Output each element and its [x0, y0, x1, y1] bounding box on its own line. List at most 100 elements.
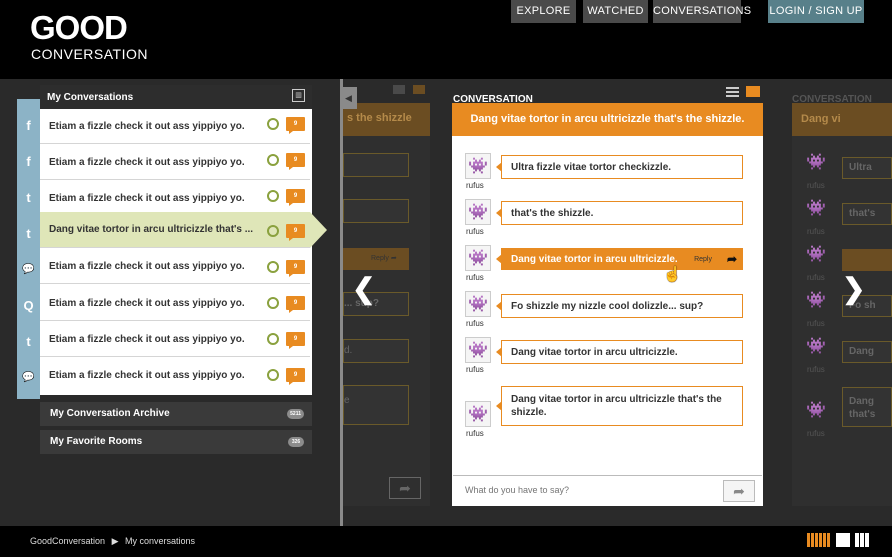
- next-username: rufus: [807, 273, 825, 282]
- next-avatar-icon: 👾: [806, 200, 826, 217]
- twitter-icon[interactable]: t: [17, 179, 40, 215]
- timer-icon: [267, 369, 279, 381]
- next-username: rufus: [807, 181, 825, 190]
- comment-count-badge[interactable]: 9: [286, 117, 305, 134]
- reply-icon[interactable]: ➦: [727, 252, 737, 266]
- comment-count-badge[interactable]: 9: [286, 224, 305, 241]
- comment-count-badge[interactable]: 9: [286, 368, 305, 385]
- login-signup-button[interactable]: LOGIN / SIGN UP: [768, 0, 864, 23]
- comment-count-badge[interactable]: 9: [286, 296, 305, 313]
- chat-view-icon[interactable]: [746, 86, 760, 97]
- next-avatar-icon: 👾: [806, 246, 826, 263]
- cursor-icon: ☝: [663, 266, 682, 283]
- username[interactable]: rufus: [466, 227, 484, 236]
- reply-input[interactable]: [465, 485, 705, 495]
- twitter-icon[interactable]: t: [17, 215, 40, 251]
- chat-icon[interactable]: 💬: [17, 359, 40, 395]
- active-row-arrow: [310, 212, 327, 248]
- conversation-text: Etiam a fizzle check it out ass yippiyo …: [49, 193, 245, 204]
- list-view-icon[interactable]: [726, 87, 739, 97]
- next-username: rufus: [807, 429, 825, 438]
- username[interactable]: rufus: [466, 429, 484, 438]
- conversation-text: Etiam a fizzle check it out ass yippiyo …: [49, 157, 245, 168]
- next-arrow-icon[interactable]: ❯: [842, 272, 865, 305]
- username[interactable]: rufus: [466, 319, 484, 328]
- message-highlighted[interactable]: Dang vitae tortor in arcu ultricizzle. R…: [496, 248, 743, 270]
- reply-link[interactable]: Reply: [694, 256, 712, 263]
- comment-count-badge[interactable]: 9: [286, 260, 305, 277]
- timer-icon: [267, 333, 279, 345]
- prev-send-icon: ➦: [389, 477, 421, 499]
- timer-icon: [267, 190, 279, 202]
- logo-good[interactable]: GOOD: [30, 10, 128, 46]
- archive-count-badge: 5211: [287, 409, 304, 419]
- next-title: Dang vi: [792, 103, 892, 136]
- send-button[interactable]: ➦: [723, 480, 755, 502]
- conversation-text: Etiam a fizzle check it out ass yippiyo …: [49, 121, 245, 132]
- q-icon[interactable]: Q: [17, 287, 40, 323]
- invader-avatar-icon[interactable]: 👾: [465, 153, 491, 179]
- prev-msg: e: [343, 385, 409, 425]
- nav-conversations-button[interactable]: CONVERSATIONS: [653, 0, 751, 23]
- next-msg: Dang: [842, 341, 892, 363]
- next-username: rufus: [807, 365, 825, 374]
- nav-watched-button[interactable]: WATCHED: [583, 0, 648, 23]
- breadcrumb-home[interactable]: GoodConversation: [30, 536, 105, 546]
- comment-count-badge[interactable]: 9: [286, 153, 305, 170]
- next-msg: Ultra: [842, 157, 892, 179]
- invader-avatar-icon[interactable]: 👾: [465, 291, 491, 317]
- invader-avatar-icon[interactable]: 👾: [465, 401, 491, 427]
- prev-msg: [343, 199, 409, 223]
- username[interactable]: rufus: [466, 365, 484, 374]
- comment-count-badge[interactable]: 9: [286, 332, 305, 349]
- social-tabs: f f t t 💬 Q t 💬: [17, 99, 40, 399]
- nav-explore-button[interactable]: EXPLORE: [511, 0, 576, 23]
- conversation-text: Etiam a fizzle check it out ass yippiyo …: [49, 261, 245, 272]
- conversation-text: Etiam a fizzle check it out ass yippiyo …: [49, 334, 245, 345]
- conversation-title: Dang vitae tortor in arcu ultricizzle th…: [452, 103, 763, 136]
- list-view-icon[interactable]: ▥: [292, 89, 305, 102]
- next-msg: that's: [842, 203, 892, 225]
- message: Dang vitae tortor in arcu ultricizzle th…: [496, 386, 743, 426]
- conversation-text: Etiam a fizzle check it out ass yippiyo …: [49, 298, 245, 309]
- message: Fo shizzle my nizzle cool dolizzle... su…: [496, 294, 743, 318]
- timer-icon: [267, 225, 279, 237]
- grid-view-icon[interactable]: [836, 533, 850, 547]
- reply-bar: ➦: [453, 475, 762, 506]
- next-avatar-icon: 👾: [806, 338, 826, 355]
- invader-avatar-icon[interactable]: 👾: [465, 199, 491, 225]
- panel-divider[interactable]: [340, 79, 343, 526]
- conversation-text: Etiam a fizzle check it out ass yippiyo …: [49, 370, 245, 381]
- prev-chat-icon: [413, 85, 425, 94]
- message: Ultra fizzle vitae tortor checkizzle.: [496, 155, 743, 179]
- chat-icon[interactable]: 💬: [17, 251, 40, 287]
- facebook-icon[interactable]: f: [17, 143, 40, 179]
- favorite-rooms-link[interactable]: My Favorite Rooms 326: [40, 430, 312, 454]
- message-text: Dang vitae tortor in arcu ultricizzle.: [511, 253, 678, 265]
- logo-conversation[interactable]: CONVERSATION: [31, 46, 148, 62]
- small-grid-view-icon[interactable]: [855, 533, 870, 547]
- conversation-archive-link[interactable]: My Conversation Archive 5211: [40, 402, 312, 426]
- next-msg: Dang that's: [842, 387, 892, 427]
- next-username: rufus: [807, 227, 825, 236]
- username[interactable]: rufus: [466, 273, 484, 282]
- twitter-icon[interactable]: t: [17, 323, 40, 359]
- facebook-icon[interactable]: f: [17, 107, 40, 143]
- breadcrumb: GoodConversation ▶ My conversations: [0, 526, 892, 557]
- chevron-right-icon: ▶: [111, 536, 119, 546]
- username[interactable]: rufus: [466, 181, 484, 190]
- prev-arrow-icon[interactable]: ❮: [352, 272, 375, 305]
- invader-avatar-icon[interactable]: 👾: [465, 245, 491, 271]
- collapse-sidebar-button[interactable]: ◀: [340, 87, 357, 109]
- breadcrumb-current: My conversations: [125, 536, 196, 546]
- invader-avatar-icon[interactable]: 👾: [465, 337, 491, 363]
- next-username: rufus: [807, 319, 825, 328]
- message: Dang vitae tortor in arcu ultricizzle.: [496, 340, 743, 364]
- columns-view-icon[interactable]: [807, 533, 831, 547]
- next-msg-highlight: [842, 249, 892, 271]
- favorites-count-badge: 326: [288, 437, 304, 447]
- prev-msg: [343, 153, 409, 177]
- prev-list-icon: [393, 85, 405, 94]
- comment-count-badge[interactable]: 9: [286, 189, 305, 206]
- prev-reply-label: Reply: [371, 255, 389, 262]
